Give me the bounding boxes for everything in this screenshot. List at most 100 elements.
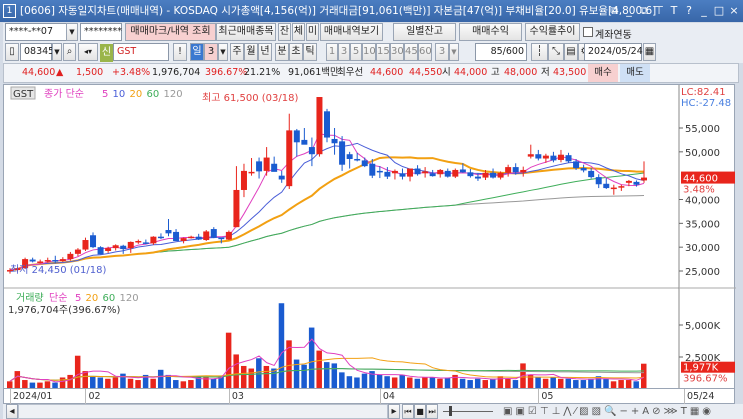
account-link-checkbox[interactable] <box>583 27 593 37</box>
candle-body <box>97 247 104 255</box>
minute-dropdown-icon[interactable]: ▼ <box>449 43 459 61</box>
daily-balance-button[interactable]: 일별잔고 <box>393 23 456 41</box>
balance-button[interactable]: 잔 <box>278 23 291 41</box>
candle-body <box>497 172 504 178</box>
last-price-tag-text: 44,600 <box>683 174 718 185</box>
minimize-small-icon[interactable]: _ <box>622 3 636 19</box>
return-trend-button[interactable]: 수익률추이 <box>525 23 580 41</box>
pin-icon[interactable]: ⊤ <box>652 3 666 19</box>
restore-icon[interactable]: ⧉ <box>607 3 621 19</box>
volume-value-label: 1,976,704주(396.67%) <box>8 305 120 316</box>
save-icon[interactable]: ▤ <box>564 43 578 61</box>
volume-bar <box>399 374 405 389</box>
go-first-button[interactable]: ⏮ <box>402 404 414 419</box>
go-last-button[interactable]: ⏭ <box>426 404 438 419</box>
trade-profit-button[interactable]: 매매수익 <box>459 23 522 41</box>
period-tick-tab[interactable]: 틱 <box>303 43 317 61</box>
last-rate-tag: 3.48% <box>683 185 715 196</box>
search-icon[interactable]: ⌕ <box>63 43 76 61</box>
minute-n-input[interactable]: 3 <box>435 43 449 61</box>
stock-name-field[interactable]: GST <box>113 43 169 61</box>
candle-body <box>74 249 81 254</box>
period-minute-tab[interactable]: 분 <box>275 43 289 61</box>
speaker-icon[interactable]: ◂▾ <box>78 43 98 61</box>
help-icon[interactable]: ? <box>682 3 696 19</box>
bar-count-input[interactable]: 85/600 <box>475 43 527 61</box>
alert-icon[interactable]: ! <box>173 43 187 61</box>
period-day-tab[interactable]: 일 <box>190 43 204 61</box>
candle-body <box>557 154 564 160</box>
stop-button[interactable]: ■ <box>414 404 426 419</box>
lc-label: LC:82.41 <box>681 87 726 98</box>
scroll-left-button[interactable]: ◂ <box>6 404 18 419</box>
high-annotation: 최고 61,500 (03/18) <box>202 92 298 104</box>
period-second-tab[interactable]: 초 <box>289 43 303 61</box>
filled-button[interactable]: 체 <box>292 23 305 41</box>
period-month-tab[interactable]: 월 <box>244 43 258 61</box>
password-input[interactable]: ******** <box>80 23 122 41</box>
buy-button[interactable]: 매수 <box>588 64 618 82</box>
candle-body <box>641 177 647 181</box>
calendar-icon[interactable]: ▦ <box>643 43 656 61</box>
drawing-tools[interactable]: ▣▣☑⊤⊥⋀⁄▨▧🔍−+A⊘⋙T▦◉ <box>503 404 743 419</box>
price-tick-label: 25,000 <box>685 267 720 278</box>
window-title: [0606] 자동일지차트(매매내역) - KOSDAQ 시가총액[4,156(… <box>20 5 657 17</box>
unfilled-button[interactable]: 미 <box>306 23 319 41</box>
minimize-icon[interactable]: _ <box>697 3 711 19</box>
minute-60[interactable]: 60 <box>418 43 432 61</box>
minute-15[interactable]: 15 <box>376 43 390 61</box>
account-select[interactable]: ****-**07 <box>5 23 67 41</box>
period-n-input[interactable]: 3 <box>204 43 218 61</box>
volume-bar <box>324 362 330 389</box>
minute-5[interactable]: 5 <box>350 43 362 61</box>
minute-30[interactable]: 30 <box>390 43 404 61</box>
candle-body <box>407 168 414 177</box>
scrollbar[interactable]: ◂ ▸ ⏮ ■ ⏭ ▣▣☑⊤⊥⋀⁄▨▧🔍−+A⊘⋙T▦◉ <box>3 404 743 419</box>
minute-10[interactable]: 10 <box>362 43 376 61</box>
minute-3[interactable]: 3 <box>338 43 350 61</box>
date-input[interactable]: 2024/05/24 <box>584 43 643 61</box>
code-dropdown-icon[interactable]: ▼ <box>52 43 62 61</box>
period-year-tab[interactable]: 년 <box>258 43 272 61</box>
chart-area[interactable]: 55,000 50,000 40,000 35,000 30,000 25,000 5,00… <box>3 84 736 390</box>
period-week-tab[interactable]: 주 <box>230 43 244 61</box>
tile-icon[interactable]: ⧉ <box>637 3 651 19</box>
chart-svg[interactable]: 55,000 50,000 40,000 35,000 30,000 25,000 5,00… <box>4 85 736 390</box>
minute-1[interactable]: 1 <box>326 43 338 61</box>
bid-price: 44,550 <box>409 67 443 78</box>
price-tick-label: 50,000 <box>685 148 720 159</box>
stock-list-icon[interactable]: ▯ <box>5 43 19 61</box>
trade-history-button[interactable]: 매매내역보기 <box>320 23 383 41</box>
stock-code-input[interactable]: 083450 <box>20 43 60 61</box>
recent-stocks-button[interactable]: 최근매매종목 <box>216 23 276 41</box>
candle-icon[interactable]: ┆ <box>531 43 548 61</box>
volume-legend-ma: 60 <box>103 293 116 304</box>
sell-button[interactable]: 매도 <box>620 64 650 82</box>
hc-label: HC:-27.48 <box>681 98 731 109</box>
scroll-track[interactable] <box>18 404 388 419</box>
font-icon[interactable]: T <box>667 3 681 19</box>
trade-mark-query-button[interactable]: 매매마크/내역 조회 <box>125 23 216 41</box>
candle-body <box>399 173 406 177</box>
price-tick-label: 55,000 <box>685 124 720 135</box>
maximize-icon[interactable]: □ <box>712 3 726 19</box>
minute-45[interactable]: 45 <box>404 43 418 61</box>
close-icon[interactable]: × <box>727 3 741 19</box>
volume-bar <box>74 355 81 389</box>
candle-body <box>29 259 36 262</box>
ask-price: 44,600 <box>370 67 404 78</box>
scroll-right-button[interactable]: ▸ <box>388 404 400 419</box>
zoom-slider-handle[interactable] <box>449 406 452 416</box>
bar-count: 85 <box>490 46 503 57</box>
candle-body <box>324 111 330 138</box>
compare-icon[interactable]: ⤡ <box>548 43 564 61</box>
candle-body <box>588 170 595 178</box>
period-dropdown-icon[interactable]: ▼ <box>218 43 228 61</box>
price-legend-ma: 5 <box>102 89 108 100</box>
candle-body <box>195 236 202 240</box>
candle-body <box>67 253 74 260</box>
candle-body <box>595 177 602 185</box>
account-dropdown-icon[interactable]: ▼ <box>66 23 78 41</box>
volume-bar <box>361 373 368 389</box>
candle-body <box>218 237 225 240</box>
